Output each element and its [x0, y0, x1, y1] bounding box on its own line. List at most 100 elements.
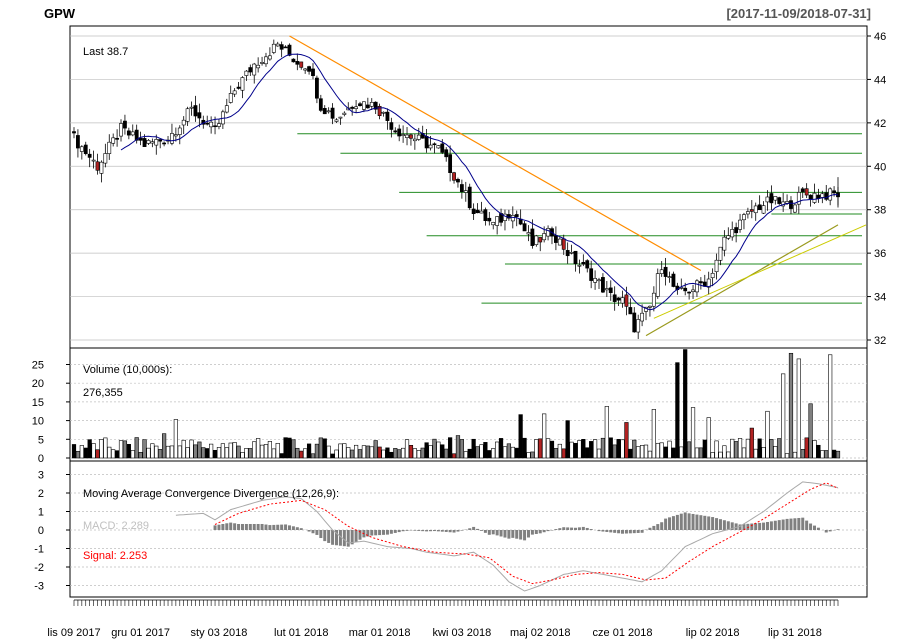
- candle-body: [115, 137, 119, 140]
- candle-body: [589, 268, 594, 281]
- axes: 32 34 36 38 40 42 44 46 0 5 10 15 20 25 -3 -2 -1 0 1 2 3 lis …: [32, 31, 887, 639]
- macd-axis-label: -3: [34, 581, 44, 593]
- volume-bar: [79, 445, 84, 459]
- candle-body: [103, 153, 108, 164]
- macd-histogram-bar: [315, 530, 319, 535]
- volume-bar: [99, 439, 104, 459]
- macd-histogram-bar: [244, 523, 248, 530]
- candle-body: [612, 294, 617, 302]
- candle-body: [628, 307, 633, 315]
- volume-bar: [248, 448, 253, 459]
- macd-histogram-bar: [456, 530, 460, 532]
- macd-histogram-bar: [577, 527, 581, 530]
- macd-histogram-bar: [491, 530, 495, 535]
- macd-histogram-bar: [393, 530, 397, 533]
- volume-bar: [444, 448, 449, 459]
- macd-histogram-bar: [233, 523, 237, 530]
- volume-bar: [710, 452, 715, 459]
- candle-body: [228, 93, 233, 103]
- volume-bar: [828, 354, 833, 459]
- macd-histogram-bar: [413, 530, 417, 531]
- volume-bar: [357, 449, 363, 459]
- candle-body: [459, 184, 464, 192]
- volume-bar: [287, 437, 292, 459]
- candle-body: [205, 122, 210, 125]
- candle-body: [95, 161, 100, 171]
- volume-bar: [244, 448, 249, 459]
- macd-histogram-bar: [789, 518, 793, 530]
- volume-bar: [835, 450, 841, 459]
- volume-bar: [130, 450, 135, 459]
- volume-bar: [522, 437, 527, 459]
- candle-body: [330, 107, 335, 119]
- volume-bar: [545, 438, 551, 459]
- candle-body: [456, 178, 460, 183]
- macd-histogram-bar: [385, 530, 389, 535]
- volume-bar: [177, 445, 182, 459]
- volume-bar: [690, 407, 696, 459]
- macd-axis-label: 3: [38, 470, 44, 482]
- volume-bar: [784, 453, 790, 459]
- volume-bar: [75, 451, 81, 459]
- macd-histogram-bar: [671, 516, 675, 530]
- volume-bar: [502, 446, 508, 459]
- volume-bar: [463, 451, 468, 459]
- macd-histogram-bar: [722, 520, 726, 530]
- candle-body: [816, 194, 821, 199]
- candle-body: [648, 305, 652, 308]
- candle-body: [542, 233, 547, 241]
- volume-bar: [455, 435, 461, 459]
- candle-body: [538, 237, 543, 243]
- macd-histogram-bar: [452, 530, 456, 533]
- volume-bar: [749, 427, 754, 459]
- candle-body: [546, 228, 550, 237]
- macd-histogram-bar: [421, 530, 425, 532]
- candle-body: [142, 138, 147, 147]
- volume-bar: [596, 448, 602, 459]
- macd-histogram-bar: [417, 530, 421, 531]
- candle-body: [616, 297, 621, 301]
- volume-bar: [193, 444, 198, 459]
- volume-bar: [306, 443, 312, 459]
- volume-axis-label: 10: [32, 416, 44, 428]
- candle-body: [530, 228, 535, 246]
- candle-body: [177, 127, 182, 135]
- macd-histogram-bar: [534, 530, 538, 534]
- volume-bar: [589, 441, 594, 459]
- candle-body: [405, 134, 409, 138]
- volume-bar: [526, 452, 531, 459]
- candle-body: [824, 192, 829, 200]
- macd-histogram-bar: [668, 517, 672, 530]
- price-axis-label: 42: [874, 118, 886, 130]
- macd-histogram-bar: [636, 530, 640, 533]
- volume-bar: [573, 442, 578, 459]
- macd-histogram-bar: [621, 530, 625, 534]
- volume-bar: [471, 438, 476, 459]
- candle-body: [362, 101, 366, 110]
- macd-histogram-bar: [546, 530, 550, 532]
- macd-histogram-bar: [758, 522, 762, 530]
- volume-bar: [150, 443, 155, 459]
- volume-bar: [769, 439, 774, 459]
- candle-body: [487, 217, 492, 222]
- candle-body: [271, 43, 276, 53]
- macd-histogram-bar: [299, 528, 303, 530]
- macd-histogram-bar: [217, 524, 221, 530]
- volume-bar: [781, 373, 786, 459]
- candle-body: [651, 292, 656, 307]
- volume-bar: [448, 437, 453, 459]
- volume-bar: [377, 446, 382, 459]
- volume-bar: [256, 438, 261, 459]
- volume-bar: [373, 440, 378, 459]
- volume-bar: [275, 442, 280, 459]
- volume-bar: [510, 446, 515, 459]
- volume-bar: [557, 443, 562, 459]
- volume-bar: [726, 451, 731, 459]
- macd-histogram-bar: [687, 513, 691, 530]
- volume-bar: [628, 448, 633, 459]
- candle-body: [393, 130, 398, 133]
- candle-body: [264, 56, 268, 65]
- candle-body: [753, 205, 758, 214]
- macd-histogram-bar: [397, 530, 401, 533]
- macd-axis-label: 0: [38, 525, 44, 537]
